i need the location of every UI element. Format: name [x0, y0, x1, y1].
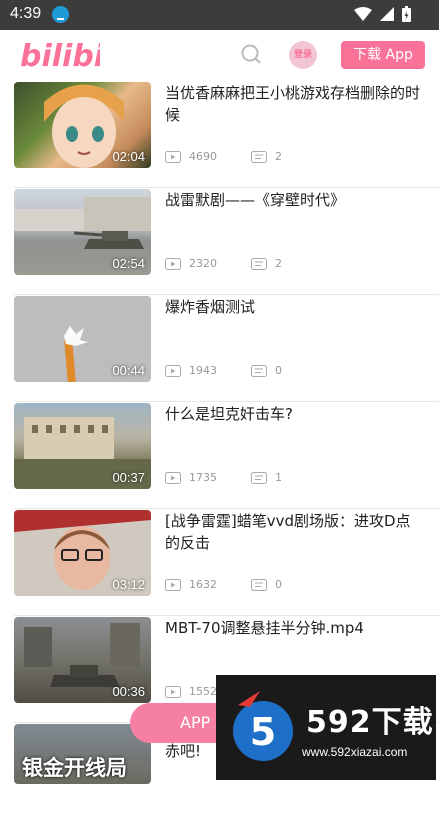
comment-count-icon [251, 257, 267, 270]
play-count: 1943 [189, 364, 217, 377]
video-duration: 03:12 [112, 577, 145, 592]
watermark-badge-icon: 5 [233, 691, 293, 761]
status-time: 4:39 [10, 5, 42, 22]
play-count-icon [165, 471, 181, 484]
play-count-icon [165, 257, 181, 270]
comment-count: 2 [275, 257, 282, 270]
video-stats: 1552 [165, 685, 221, 698]
play-count: 2320 [189, 257, 217, 270]
video-item[interactable]: 02:04 当优香麻麻把王小桃游戏存档删除的时候 4690 2 [0, 82, 439, 188]
login-button[interactable]: 登录 [289, 41, 317, 69]
comment-count-icon [251, 471, 267, 484]
video-duration: 02:54 [112, 256, 145, 271]
battery-icon [402, 6, 411, 22]
video-item[interactable]: 03:12 [战争雷霆]蜡笔vvd剧场版：进攻D点的反击 1632 0 [0, 510, 439, 616]
play-count: 1552 [189, 685, 217, 698]
comment-count: 1 [275, 471, 282, 484]
video-stats: 2320 2 [165, 257, 286, 270]
site-watermark: 5 592下载 www.592xiazai.com [216, 675, 436, 780]
video-title[interactable]: 爆炸香烟测试 [165, 296, 425, 318]
play-count-icon [165, 364, 181, 377]
comment-count: 0 [275, 578, 282, 591]
comment-count: 2 [275, 150, 282, 163]
search-icon[interactable] [241, 44, 261, 64]
status-bar: 4:39 [0, 0, 439, 30]
video-stats: 1735 1 [165, 471, 286, 484]
video-duration: 00:37 [112, 470, 145, 485]
comment-count-icon [251, 578, 267, 591]
svg-text:5: 5 [250, 710, 276, 754]
video-title[interactable]: MBT-70调整悬挂半分钟.mp4 [165, 617, 425, 639]
comment-count-icon [251, 364, 267, 377]
thumbnail-caption: 银金开线局 [22, 756, 127, 780]
download-notification-icon [52, 6, 69, 23]
svg-text:bilibili: bilibili [20, 39, 100, 72]
watermark-brand: 592下载 [306, 705, 434, 740]
download-app-button[interactable]: 下载 App [341, 41, 425, 69]
play-count-icon [165, 685, 181, 698]
play-count: 4690 [189, 150, 217, 163]
item-divider [14, 508, 439, 509]
video-thumbnail[interactable]: 03:12 [14, 510, 151, 596]
video-thumbnail[interactable]: 02:54 [14, 189, 151, 275]
wifi-icon [354, 7, 372, 21]
play-count: 1735 [189, 471, 217, 484]
play-count-icon [165, 150, 181, 163]
comment-count-icon [251, 150, 267, 163]
play-count: 1632 [189, 578, 217, 591]
video-title[interactable]: 战雷默剧——《穿壁时代》 [165, 189, 425, 211]
video-duration: 00:36 [112, 684, 145, 699]
video-thumbnail[interactable]: 00:44 [14, 296, 151, 382]
item-divider [14, 615, 439, 616]
video-title[interactable]: [战争雷霆]蜡笔vvd剧场版：进攻D点的反击 [165, 510, 425, 554]
video-item[interactable]: 00:37 什么是坦克奸击车? 1735 1 [0, 403, 439, 509]
item-divider [14, 294, 439, 295]
item-divider [14, 401, 439, 402]
watermark-url: www.592xiazai.com [302, 745, 408, 759]
video-title[interactable]: 当优香麻麻把王小桃游戏存档删除的时候 [165, 82, 425, 126]
video-duration: 00:44 [112, 363, 145, 378]
video-item[interactable]: 02:54 战雷默剧——《穿壁时代》 2320 2 [0, 189, 439, 295]
video-stats: 1943 0 [165, 364, 286, 377]
video-thumbnail[interactable]: 02:04 [14, 82, 151, 168]
item-divider [14, 187, 439, 188]
signal-icon [380, 7, 394, 21]
bilibili-logo[interactable]: bilibili [20, 36, 100, 72]
video-thumbnail[interactable]: 00:37 [14, 403, 151, 489]
video-item[interactable]: 00:44 爆炸香烟测试 1943 0 [0, 296, 439, 402]
video-duration: 02:04 [112, 149, 145, 164]
video-thumbnail[interactable]: 00:36 [14, 617, 151, 703]
comment-count: 0 [275, 364, 282, 377]
video-stats: 4690 2 [165, 150, 286, 163]
video-stats: 1632 0 [165, 578, 286, 591]
video-thumbnail[interactable]: 银金开线局 [14, 724, 151, 784]
play-count-icon [165, 578, 181, 591]
video-title[interactable]: 什么是坦克奸击车? [165, 403, 425, 425]
